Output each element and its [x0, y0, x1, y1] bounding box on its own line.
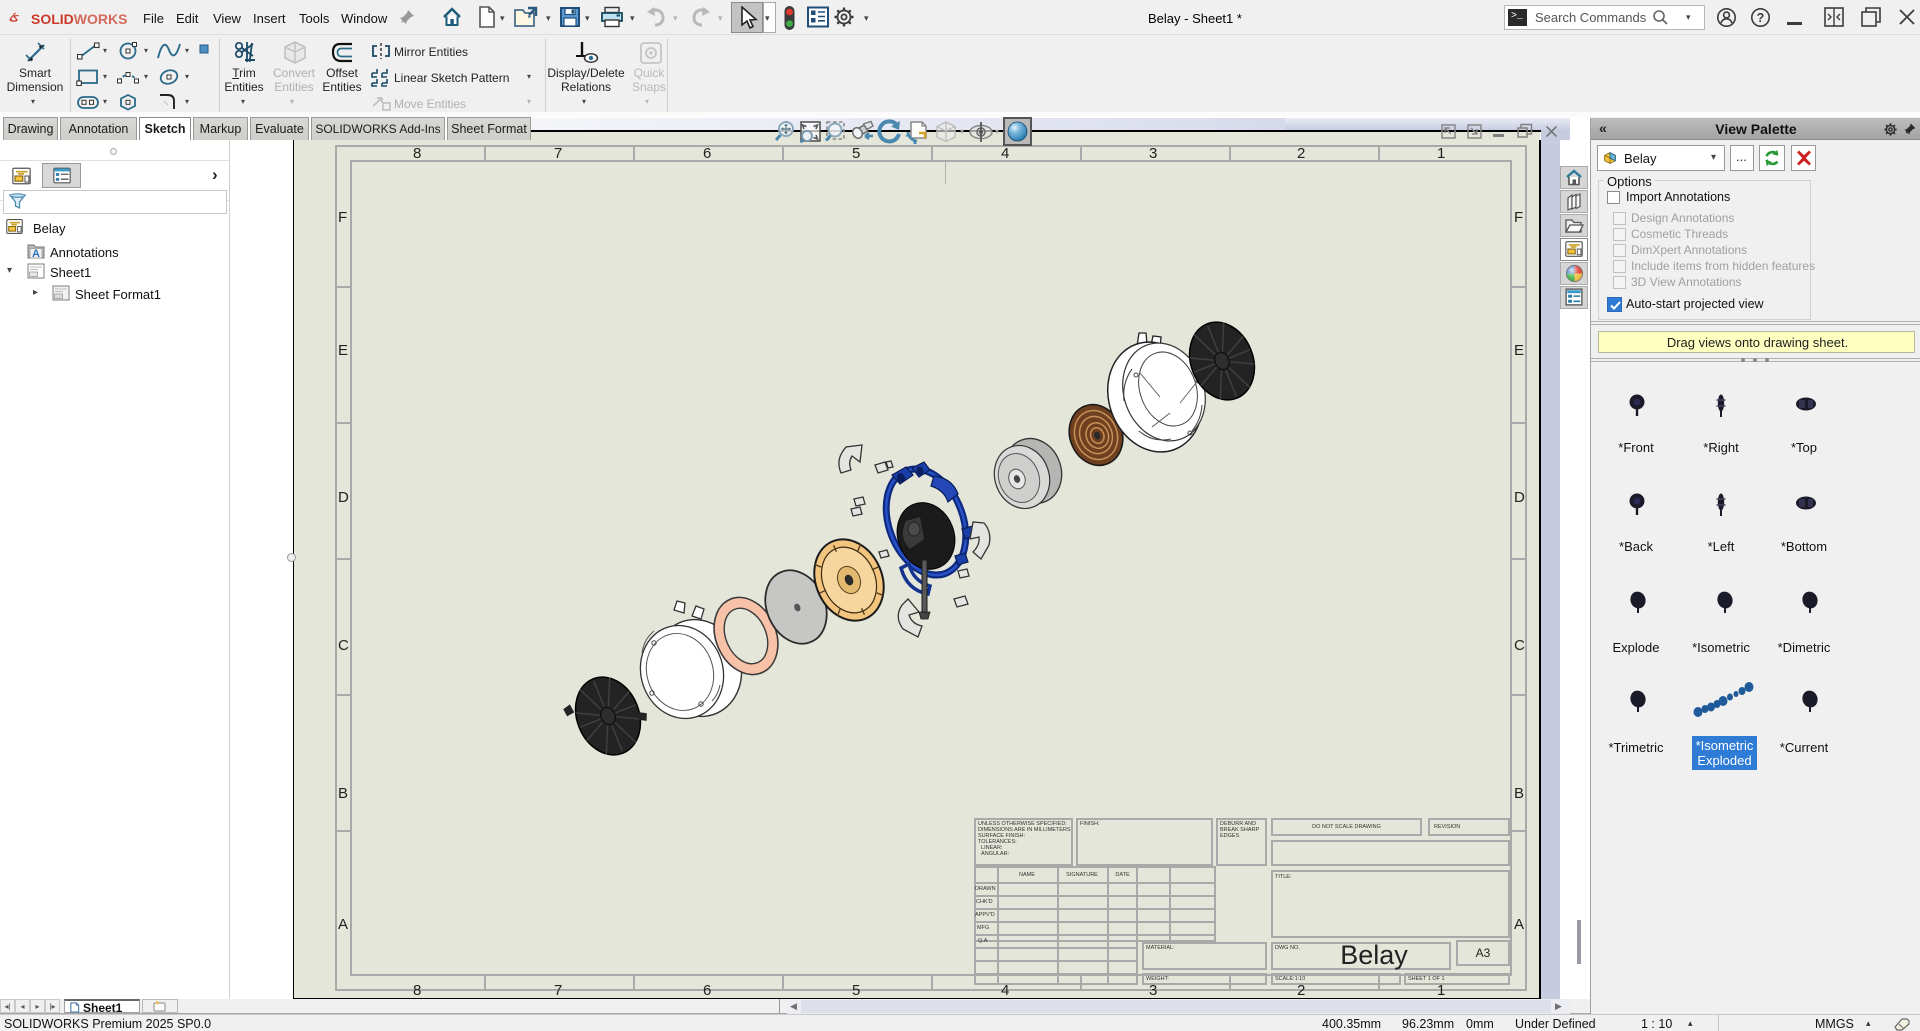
- svg-text:?: ?: [1757, 11, 1765, 25]
- svg-text:A: A: [32, 248, 40, 259]
